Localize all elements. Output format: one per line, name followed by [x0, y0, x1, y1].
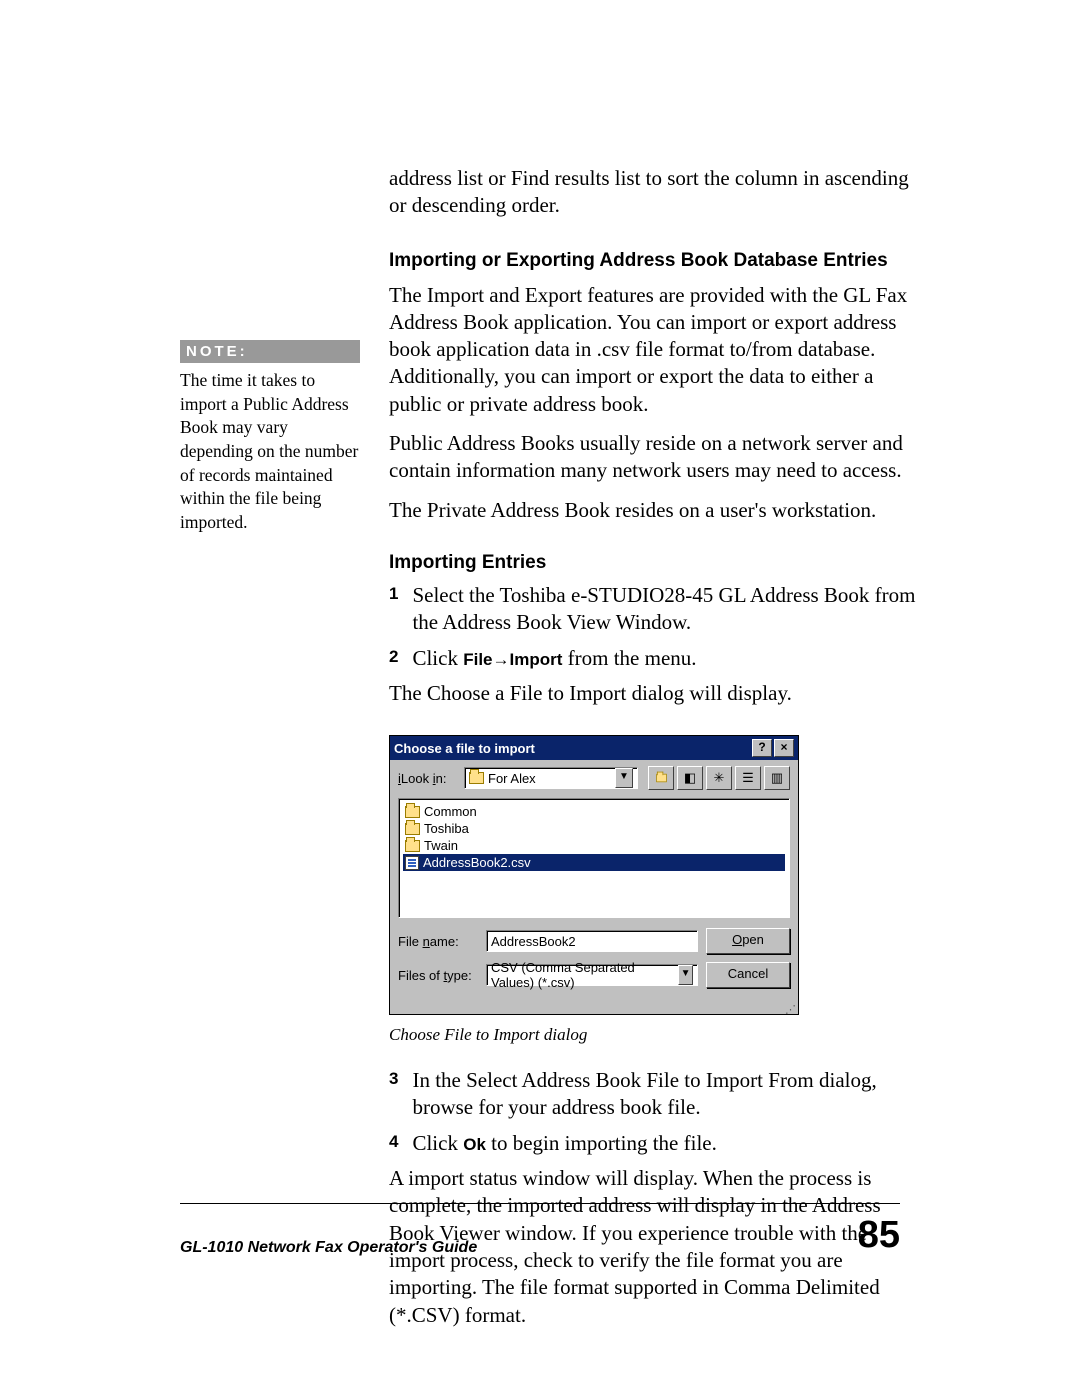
note-label: NOTE:: [180, 340, 360, 363]
list-item[interactable]: Twain: [403, 837, 785, 854]
new-folder-button[interactable]: ✳: [706, 766, 732, 790]
step-1: 1 Select the Toshiba e-STUDIO28-45 GL Ad…: [389, 582, 917, 637]
toolbar: ◧ ✳ ☰ ▥: [648, 766, 790, 790]
lookin-combo[interactable]: For Alex ▼: [464, 767, 638, 789]
dialog-titlebar: Choose a file to import ? ×: [390, 736, 798, 760]
step-text: In the Select Address Book File to Impor…: [412, 1067, 917, 1122]
ui-ok: Ok: [463, 1135, 486, 1154]
ui-file-import: File→Import: [463, 650, 562, 669]
list-item[interactable]: Toshiba: [403, 820, 785, 837]
desktop-button[interactable]: ◧: [677, 766, 703, 790]
step-3: 3 In the Select Address Book File to Imp…: [389, 1067, 917, 1122]
lookin-row: iLook in: For Alex ▼ ◧ ✳ ☰ ▥: [390, 760, 798, 794]
lookin-value: For Alex: [488, 771, 536, 786]
folder-icon: [469, 772, 484, 784]
paragraph-private: The Private Address Book resides on a us…: [389, 497, 917, 524]
filename-input[interactable]: AddressBook2: [486, 930, 698, 952]
dialog-bottom: File name: AddressBook2 Open Files of ty…: [390, 922, 798, 1006]
step-number: 4: [389, 1130, 398, 1157]
up-folder-button[interactable]: [648, 766, 674, 790]
page-footer: GL-1010 Network Fax Operator's Guide 85: [180, 1203, 900, 1257]
list-item-selected[interactable]: AddressBook2.csv: [403, 854, 785, 871]
lookin-label: iLook in:: [398, 771, 458, 786]
folder-icon: [405, 806, 420, 818]
dropdown-icon[interactable]: ▼: [678, 965, 693, 985]
list-item[interactable]: Common: [403, 803, 785, 820]
cancel-button[interactable]: Cancel: [706, 962, 790, 988]
paragraph-import-export: The Import and Export features are provi…: [389, 282, 917, 418]
dropdown-icon[interactable]: ▼: [615, 768, 633, 788]
dialog-screenshot: Choose a file to import ? × iLook in: Fo…: [389, 735, 917, 1015]
heading-import-export: Importing or Exporting Address Book Data…: [389, 250, 917, 272]
step-2: 2 Click File→Import from the menu.: [389, 645, 917, 672]
footer-title: GL-1010 Network Fax Operator's Guide: [180, 1239, 477, 1257]
paragraph-choose-dialog: The Choose a File to Import dialog will …: [389, 680, 917, 707]
paragraph-public: Public Address Books usually reside on a…: [389, 430, 917, 485]
step-text: Select the Toshiba e-STUDIO28-45 GL Addr…: [412, 582, 917, 637]
step-number: 1: [389, 582, 398, 637]
steps-list: 1 Select the Toshiba e-STUDIO28-45 GL Ad…: [389, 582, 917, 672]
main-content: address list or Find results list to sor…: [389, 165, 917, 1341]
heading-importing-entries: Importing Entries: [389, 552, 917, 574]
note-text: The time it takes to import a Public Add…: [180, 369, 360, 534]
filetype-label: Files of type:: [398, 968, 478, 983]
file-import-dialog: Choose a file to import ? × iLook in: Fo…: [389, 735, 799, 1015]
open-button[interactable]: Open: [706, 928, 790, 954]
step-4: 4 Click Ok to begin importing the file.: [389, 1130, 917, 1157]
list-view-button[interactable]: ☰: [735, 766, 761, 790]
help-button[interactable]: ?: [752, 739, 772, 757]
close-button[interactable]: ×: [774, 739, 794, 757]
resize-grip-icon[interactable]: ⋰: [390, 1006, 798, 1014]
filename-label: File name:: [398, 934, 478, 949]
step-number: 3: [389, 1067, 398, 1122]
step-text: Click File→Import from the menu.: [412, 645, 696, 672]
folder-icon: [405, 823, 420, 835]
steps-list-2: 3 In the Select Address Book File to Imp…: [389, 1067, 917, 1157]
dialog-title-text: Choose a file to import: [394, 741, 535, 756]
csv-file-icon: [405, 856, 419, 870]
figure-caption: Choose File to Import dialog: [389, 1025, 917, 1045]
details-view-button[interactable]: ▥: [764, 766, 790, 790]
intro-paragraph: address list or Find results list to sor…: [389, 165, 917, 220]
folder-icon: [405, 840, 420, 852]
page-number: 85: [858, 1214, 900, 1257]
note-block: NOTE: The time it takes to import a Publ…: [180, 340, 360, 534]
step-number: 2: [389, 645, 398, 672]
step-text: Click Ok to begin importing the file.: [412, 1130, 716, 1157]
file-list[interactable]: Common Toshiba Twain AddressBook2.csv: [398, 798, 790, 918]
filetype-combo[interactable]: CSV (Comma Separated Values) (*.csv) ▼: [486, 964, 698, 986]
